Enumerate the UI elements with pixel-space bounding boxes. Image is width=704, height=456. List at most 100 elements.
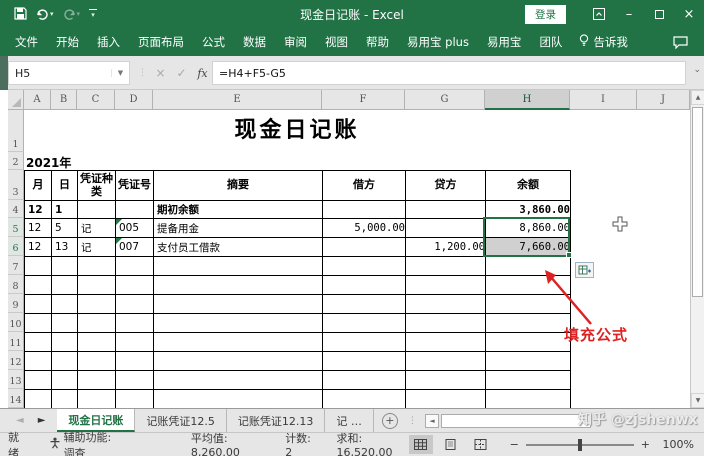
- cell[interactable]: [154, 257, 323, 276]
- table-row[interactable]: [25, 257, 571, 276]
- cell[interactable]: 7,660.00: [486, 238, 571, 257]
- zoom-out-icon[interactable]: −: [510, 438, 519, 451]
- table-row[interactable]: 125记005提备用金5,000.008,860.00: [25, 219, 571, 238]
- cell[interactable]: [486, 257, 571, 276]
- row-header-11[interactable]: 11: [8, 332, 24, 351]
- cell[interactable]: [406, 219, 486, 238]
- column-header-E[interactable]: E: [153, 90, 322, 110]
- maximize-button[interactable]: [644, 0, 674, 28]
- sheet-tab-记账凭证12.5[interactable]: 记账凭证12.5: [135, 409, 227, 432]
- row-header-4[interactable]: 4: [8, 200, 24, 218]
- column-header-B[interactable]: B: [51, 90, 77, 110]
- confirm-entry-icon[interactable]: ✓: [172, 66, 191, 80]
- ribbon-tab-插入[interactable]: 插入: [88, 28, 129, 56]
- cell[interactable]: [406, 295, 486, 314]
- cells-plane[interactable]: 现金日记账 2021年 月日凭证种类凭证号摘要借方贷方余额121期初余额3,86…: [24, 110, 690, 408]
- cell[interactable]: [78, 295, 116, 314]
- row-header-6[interactable]: 6: [8, 237, 24, 256]
- undo-button[interactable]: ▾: [36, 8, 54, 20]
- row-header-7[interactable]: 7: [8, 256, 24, 275]
- column-header-C[interactable]: C: [77, 90, 115, 110]
- ribbon-tab-帮助[interactable]: 帮助: [357, 28, 398, 56]
- cell[interactable]: [52, 333, 78, 352]
- ribbon-tab-易用宝 plus[interactable]: 易用宝 plus: [398, 28, 478, 56]
- cell[interactable]: [25, 333, 52, 352]
- tell-me-button[interactable]: 告诉我: [571, 34, 636, 50]
- close-button[interactable]: ×: [674, 0, 704, 28]
- scroll-left-icon[interactable]: ◄: [425, 414, 439, 428]
- cell[interactable]: [52, 314, 78, 333]
- cell[interactable]: [52, 276, 78, 295]
- status-count[interactable]: 计数: 2: [285, 430, 314, 456]
- formula-input[interactable]: =H4+F5-G5: [212, 61, 686, 85]
- cell[interactable]: [323, 371, 406, 390]
- table-row[interactable]: [25, 276, 571, 295]
- cell[interactable]: [25, 390, 52, 409]
- zoom-slider[interactable]: [526, 444, 634, 446]
- table-row[interactable]: 121期初余额3,860.00: [25, 201, 571, 219]
- cell[interactable]: [486, 276, 571, 295]
- column-header-I[interactable]: I: [570, 90, 637, 110]
- ribbon-tab-团队[interactable]: 团队: [530, 28, 571, 56]
- cell[interactable]: [25, 257, 52, 276]
- cell[interactable]: [154, 314, 323, 333]
- table-row[interactable]: 1213记007支付员工借款1,200.007,660.00: [25, 238, 571, 257]
- row-header-8[interactable]: 8: [8, 275, 24, 294]
- cell[interactable]: [323, 295, 406, 314]
- ribbon-tab-公式[interactable]: 公式: [193, 28, 234, 56]
- cell[interactable]: [406, 201, 486, 219]
- insert-function-icon[interactable]: fx: [193, 67, 212, 80]
- zoom-level[interactable]: 100%: [660, 438, 694, 451]
- cell[interactable]: [154, 276, 323, 295]
- year-cell[interactable]: 2021年: [26, 154, 71, 171]
- cell[interactable]: [154, 295, 323, 314]
- cell[interactable]: 3,860.00: [486, 201, 571, 219]
- cell[interactable]: [78, 201, 116, 219]
- cell[interactable]: [486, 371, 571, 390]
- table-row[interactable]: [25, 314, 571, 333]
- row-header-3[interactable]: 3: [8, 170, 24, 200]
- page-layout-view-icon[interactable]: [439, 435, 463, 454]
- cell[interactable]: [323, 257, 406, 276]
- cell[interactable]: [486, 352, 571, 371]
- cell[interactable]: [323, 390, 406, 409]
- cell[interactable]: 记: [78, 219, 116, 238]
- scroll-up-icon[interactable]: ▲: [691, 90, 704, 105]
- row-header-5[interactable]: 5: [8, 218, 24, 237]
- cell[interactable]: [406, 314, 486, 333]
- cell[interactable]: [486, 314, 571, 333]
- cancel-entry-icon[interactable]: ×: [151, 66, 170, 80]
- normal-view-icon[interactable]: [409, 435, 433, 454]
- next-sheet-icon[interactable]: ►: [38, 415, 46, 426]
- scroll-down-icon[interactable]: ▼: [691, 393, 704, 408]
- fill-handle[interactable]: [566, 252, 572, 258]
- status-average[interactable]: 平均值: 8,260.00: [191, 430, 263, 456]
- ribbon-tab-审阅[interactable]: 审阅: [275, 28, 316, 56]
- redo-dropdown-icon[interactable]: ▾: [77, 10, 81, 18]
- ribbon-tab-页面布局[interactable]: 页面布局: [129, 28, 193, 56]
- table-row[interactable]: [25, 352, 571, 371]
- cell[interactable]: [116, 333, 154, 352]
- accessibility-status[interactable]: 辅助功能: 调查: [49, 429, 123, 456]
- save-icon[interactable]: [14, 5, 27, 24]
- table-row[interactable]: [25, 371, 571, 390]
- cell[interactable]: [78, 276, 116, 295]
- cell[interactable]: 5: [52, 219, 78, 238]
- cell[interactable]: [116, 295, 154, 314]
- cell[interactable]: [78, 390, 116, 409]
- cell[interactable]: [52, 371, 78, 390]
- table-row[interactable]: [25, 333, 571, 352]
- cell[interactable]: [406, 333, 486, 352]
- cell[interactable]: 13: [52, 238, 78, 257]
- select-all-corner[interactable]: [8, 90, 24, 110]
- cell[interactable]: [406, 276, 486, 295]
- name-box[interactable]: H5 ▼: [8, 61, 130, 85]
- row-header-9[interactable]: 9: [8, 294, 24, 313]
- cell[interactable]: [52, 352, 78, 371]
- cell[interactable]: [154, 371, 323, 390]
- cell[interactable]: [323, 276, 406, 295]
- autofill-options-button[interactable]: [575, 262, 594, 278]
- cell[interactable]: [323, 352, 406, 371]
- cell[interactable]: [78, 371, 116, 390]
- cell[interactable]: [116, 352, 154, 371]
